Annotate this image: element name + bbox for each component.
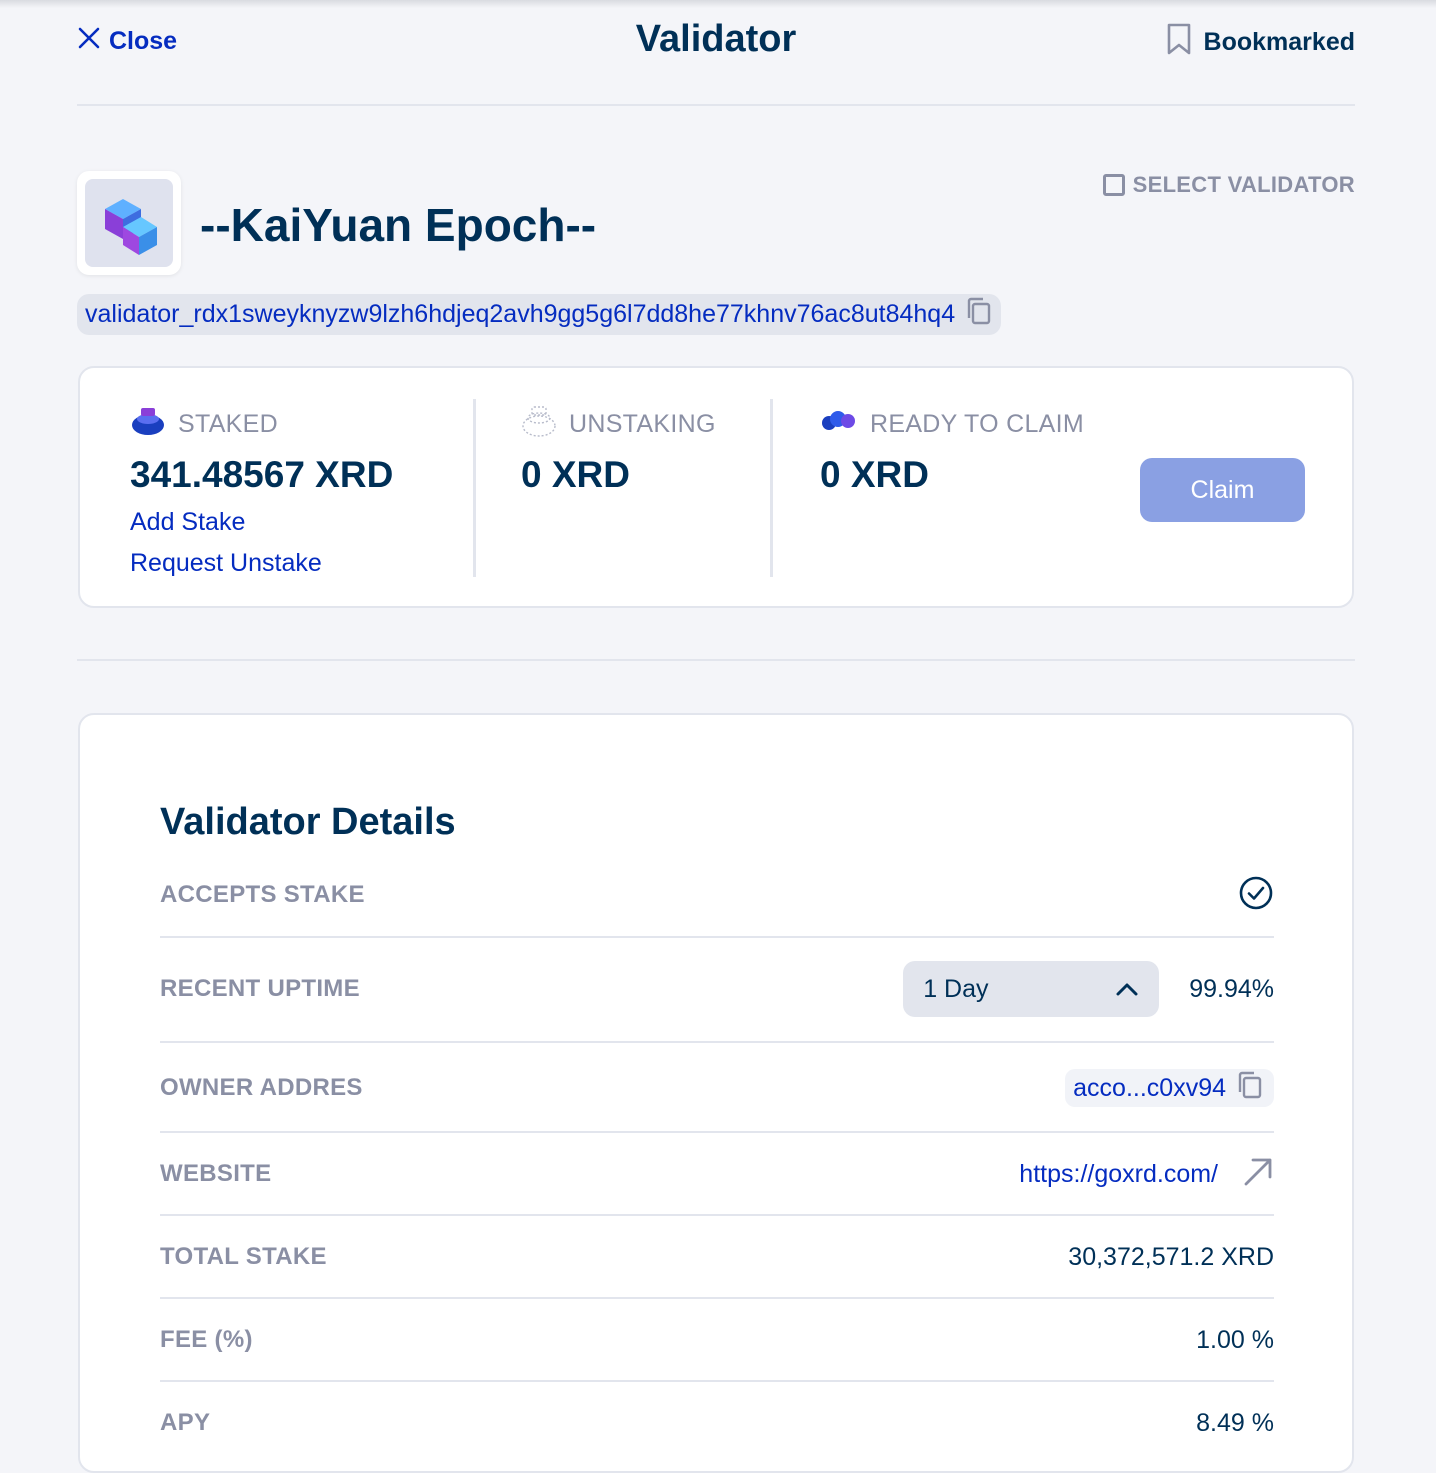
validator-details-card: Validator Details ACCEPTS STAKE RECENT U… [78, 713, 1354, 1473]
accepts-stake-label: ACCEPTS STAKE [160, 881, 365, 908]
bookmark-button[interactable]: Bookmarked [1166, 22, 1355, 63]
claim-button[interactable]: Claim [1140, 458, 1305, 522]
row-divider [160, 1297, 1274, 1299]
header-divider [77, 104, 1355, 106]
website-link[interactable]: https://goxrd.com/ [1019, 1155, 1274, 1194]
ready-to-claim-value: 0 XRD [820, 454, 929, 495]
uptime-period-select[interactable]: 1 Day [903, 961, 1160, 1017]
fee-label: FEE (%) [160, 1326, 253, 1353]
total-stake-value: 30,372,571.2 XRD [1068, 1242, 1274, 1271]
row-divider [160, 936, 1274, 938]
staked-label: STAKED [178, 409, 278, 438]
staked-value: 341.48567 XRD [130, 454, 394, 495]
uptime-period-value: 1 Day [923, 974, 989, 1003]
owner-address-row: OWNER ADDRES acco...c0xv94 [160, 1069, 1274, 1107]
owner-address-value: acco...c0xv94 [1073, 1073, 1226, 1102]
check-circle-icon [1238, 875, 1274, 916]
website-label: WEBSITE [160, 1160, 272, 1187]
select-validator-checkbox[interactable]: SELECT VALIDATOR [1102, 172, 1355, 198]
column-divider [473, 399, 476, 577]
ready-to-claim-icon [820, 407, 858, 442]
validator-address[interactable]: validator_rdx1sweyknyzw9lzh6hdjeq2avh9gg… [77, 294, 1002, 335]
staked-column: STAKED 341.48567 XRD Add Stake Request U… [130, 405, 394, 578]
ready-to-claim-column: READY TO CLAIM 0 XRD [820, 408, 1084, 496]
owner-address-label: OWNER ADDRES [160, 1074, 363, 1101]
apy-row: APY 8.49 % [160, 1406, 1274, 1440]
recent-uptime-label: RECENT UPTIME [160, 975, 360, 1002]
apy-value: 8.49 % [1196, 1408, 1274, 1437]
ready-to-claim-label: READY TO CLAIM [870, 409, 1084, 438]
validator-avatar [77, 171, 181, 275]
bookmark-label: Bookmarked [1203, 28, 1355, 56]
copy-icon[interactable] [1236, 1070, 1264, 1107]
validator-logo [85, 179, 173, 267]
add-stake-link[interactable]: Add Stake [130, 508, 393, 537]
stake-summary-card: STAKED 341.48567 XRD Add Stake Request U… [78, 366, 1354, 608]
unstaking-column: UNSTAKING 0 XRD [521, 405, 716, 496]
header: Close Validator Bookmarked [77, 0, 1355, 82]
apy-label: APY [160, 1409, 211, 1436]
row-divider [160, 1131, 1274, 1133]
fee-value: 1.00 % [1196, 1325, 1274, 1354]
checkbox-icon [1102, 174, 1125, 196]
row-divider [160, 1041, 1274, 1043]
accepts-stake-row: ACCEPTS STAKE [160, 875, 1274, 916]
staked-icon [130, 405, 166, 444]
request-unstake-link[interactable]: Request Unstake [130, 549, 393, 578]
details-title: Validator Details [160, 801, 456, 843]
owner-address-pill[interactable]: acco...c0xv94 [1065, 1069, 1274, 1107]
validator-name: --KaiYuan Epoch-- [200, 199, 597, 251]
fee-row: FEE (%) 1.00 % [160, 1323, 1274, 1357]
copy-icon[interactable] [965, 296, 993, 333]
select-validator-label: SELECT VALIDATOR [1132, 172, 1355, 197]
column-divider [770, 399, 773, 577]
chevron-up-icon [1115, 975, 1139, 1004]
website-row: WEBSITE https://goxrd.com/ [160, 1155, 1274, 1193]
page-title: Validator [635, 18, 797, 60]
unstaking-icon [521, 404, 557, 445]
bookmark-icon [1166, 22, 1192, 63]
row-divider [160, 1214, 1274, 1216]
total-stake-label: TOTAL STAKE [160, 1243, 327, 1270]
total-stake-row: TOTAL STAKE 30,372,571.2 XRD [160, 1240, 1274, 1274]
validator-address-text: validator_rdx1sweyknyzw9lzh6hdjeq2avh9gg… [85, 300, 956, 328]
unstaking-label: UNSTAKING [569, 409, 716, 438]
uptime-value: 99.94% [1189, 974, 1274, 1003]
external-link-icon [1242, 1155, 1274, 1194]
unstaking-value: 0 XRD [521, 454, 630, 495]
recent-uptime-row: RECENT UPTIME 1 Day 99.94% [160, 961, 1274, 1017]
website-url: https://goxrd.com/ [1019, 1159, 1218, 1188]
row-divider [160, 1380, 1274, 1382]
section-divider [77, 659, 1355, 661]
